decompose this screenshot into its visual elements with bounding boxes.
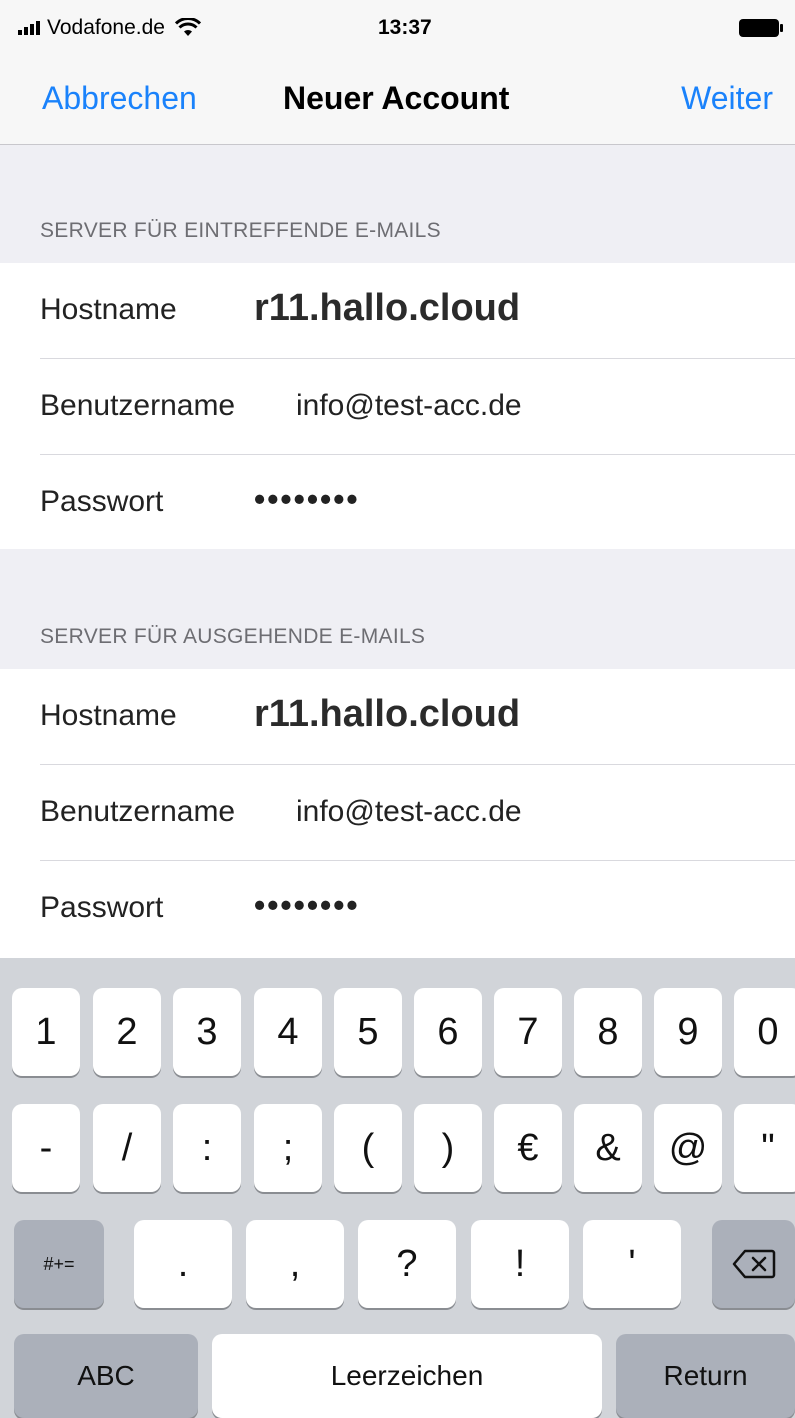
- key-ampersand[interactable]: &: [574, 1104, 642, 1192]
- key-3[interactable]: 3: [173, 988, 241, 1076]
- key-question[interactable]: ?: [358, 1220, 456, 1308]
- outgoing-username-row[interactable]: Benutzername info@test-acc.de: [0, 765, 795, 861]
- outgoing-password-row[interactable]: Passwort ••••••••: [0, 861, 795, 958]
- outgoing-hostname-label: Hostname: [40, 699, 177, 732]
- key-period[interactable]: .: [134, 1220, 232, 1308]
- outgoing-username-field[interactable]: info@test-acc.de: [296, 795, 522, 829]
- incoming-password-row[interactable]: Passwort ••••••••: [0, 455, 795, 549]
- space-key[interactable]: Leerzeichen: [212, 1334, 602, 1418]
- symbols-toggle-key[interactable]: #+=: [14, 1220, 104, 1308]
- key-5[interactable]: 5: [334, 988, 402, 1076]
- key-exclamation[interactable]: !: [471, 1220, 569, 1308]
- key-semicolon[interactable]: ;: [254, 1104, 322, 1192]
- backspace-key[interactable]: [712, 1220, 795, 1308]
- outgoing-section-header: SERVER FÜR AUSGEHENDE E-MAILS: [40, 625, 426, 648]
- key-slash[interactable]: /: [93, 1104, 161, 1192]
- next-button[interactable]: Weiter: [681, 80, 773, 117]
- carrier-name: Vodafone.de: [47, 16, 165, 39]
- outgoing-hostname-row[interactable]: Hostname r11.hallo.cloud: [0, 669, 795, 765]
- key-4[interactable]: 4: [254, 988, 322, 1076]
- key-9[interactable]: 9: [654, 988, 722, 1076]
- key-quote[interactable]: ": [734, 1104, 795, 1192]
- keyboard: 1 2 3 4 5 6 7 8 9 0 - / : ; ( ) € & @ " …: [0, 958, 795, 1418]
- status-time: 13:37: [378, 16, 432, 39]
- incoming-password-label: Passwort: [40, 485, 164, 518]
- key-open-paren[interactable]: (: [334, 1104, 402, 1192]
- backspace-icon: [732, 1249, 775, 1279]
- key-apostrophe[interactable]: ': [583, 1220, 681, 1308]
- status-bar: Vodafone.de 13:37: [0, 0, 795, 58]
- incoming-username-row[interactable]: Benutzername info@test-acc.de: [0, 359, 795, 455]
- incoming-section-header-area: [0, 145, 795, 263]
- key-1[interactable]: 1: [12, 988, 80, 1076]
- return-key[interactable]: Return: [616, 1334, 795, 1418]
- key-6[interactable]: 6: [414, 988, 482, 1076]
- key-8[interactable]: 8: [574, 988, 642, 1076]
- abc-key[interactable]: ABC: [14, 1334, 198, 1418]
- wifi-icon: [174, 18, 201, 36]
- page-title: Neuer Account: [283, 80, 510, 116]
- key-2[interactable]: 2: [93, 988, 161, 1076]
- cancel-button[interactable]: Abbrechen: [42, 80, 197, 117]
- outgoing-hostname-field[interactable]: r11.hallo.cloud: [254, 693, 520, 736]
- incoming-hostname-label: Hostname: [40, 293, 177, 326]
- key-7[interactable]: 7: [494, 988, 562, 1076]
- incoming-username-label: Benutzername: [40, 389, 236, 422]
- outgoing-password-label: Passwort: [40, 891, 164, 924]
- key-0[interactable]: 0: [734, 988, 795, 1076]
- incoming-password-field[interactable]: ••••••••: [254, 481, 360, 518]
- key-hyphen[interactable]: -: [12, 1104, 80, 1192]
- outgoing-section-header-area: [0, 549, 795, 669]
- incoming-hostname-field[interactable]: r11.hallo.cloud: [254, 287, 520, 330]
- battery-icon: [739, 19, 783, 37]
- signal-icon: [18, 21, 40, 35]
- navigation-bar: Abbrechen Neuer Account Weiter: [0, 58, 795, 145]
- incoming-username-field[interactable]: info@test-acc.de: [296, 389, 522, 423]
- key-close-paren[interactable]: ): [414, 1104, 482, 1192]
- key-comma[interactable]: ,: [246, 1220, 344, 1308]
- outgoing-username-label: Benutzername: [40, 795, 236, 828]
- incoming-section-header: SERVER FÜR EINTREFFENDE E-MAILS: [40, 219, 441, 242]
- key-euro[interactable]: €: [494, 1104, 562, 1192]
- carrier-info: Vodafone.de: [18, 16, 201, 40]
- key-at[interactable]: @: [654, 1104, 722, 1192]
- outgoing-password-field[interactable]: ••••••••: [254, 887, 360, 924]
- incoming-hostname-row[interactable]: Hostname r11.hallo.cloud: [0, 263, 795, 359]
- key-colon[interactable]: :: [173, 1104, 241, 1192]
